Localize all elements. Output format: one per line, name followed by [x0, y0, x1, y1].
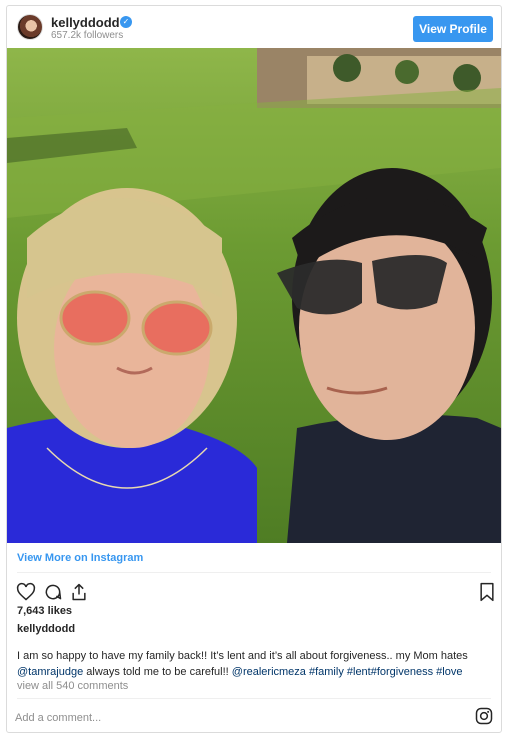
caption-username[interactable]: kellyddodd: [17, 623, 75, 635]
post-header: kellyddodd ✓ 657.2k followers View Profi…: [7, 6, 501, 48]
follower-count: 657.2k followers: [51, 30, 124, 41]
sunglass-lens-left: [277, 259, 362, 315]
mention-link[interactable]: @tamrajudge: [17, 666, 83, 678]
caption-body: always told me to be careful!!: [83, 666, 232, 678]
instagram-embed-card: kellyddodd ✓ 657.2k followers View Profi…: [6, 5, 502, 733]
verified-badge-icon: ✓: [120, 16, 132, 28]
username[interactable]: kellyddodd: [51, 15, 120, 30]
view-comments-link[interactable]: view all 540 comments: [17, 680, 128, 692]
post-photo[interactable]: [7, 48, 501, 543]
sunglass-lens-left: [59, 290, 131, 346]
avatar[interactable]: [17, 14, 43, 40]
divider: [17, 572, 491, 573]
hashtag-links[interactable]: #family #lent#forgiveness #love: [306, 666, 462, 678]
view-profile-button[interactable]: View Profile: [413, 16, 493, 42]
comment-icon[interactable]: [43, 582, 63, 602]
instagram-logo-icon[interactable]: [475, 707, 493, 725]
sunglass-lens-right: [141, 300, 213, 356]
sunglass-lens-right: [372, 254, 447, 310]
caption-body: I am so happy to have my family back!! I…: [17, 650, 468, 662]
mention-link[interactable]: @realericmeza: [232, 666, 306, 678]
bookmark-icon[interactable]: [477, 582, 497, 602]
photo-illustration: [7, 48, 501, 543]
tree-shape: [453, 64, 481, 92]
divider: [17, 698, 491, 699]
comment-input[interactable]: [15, 708, 455, 728]
heart-icon[interactable]: [16, 582, 36, 602]
tree-shape: [395, 60, 419, 84]
like-count[interactable]: 7,643 likes: [17, 605, 72, 617]
view-more-link[interactable]: View More on Instagram: [17, 552, 143, 564]
caption-text: I am so happy to have my family back!! I…: [17, 648, 495, 680]
share-icon[interactable]: [69, 582, 89, 602]
tree-shape: [333, 54, 361, 82]
